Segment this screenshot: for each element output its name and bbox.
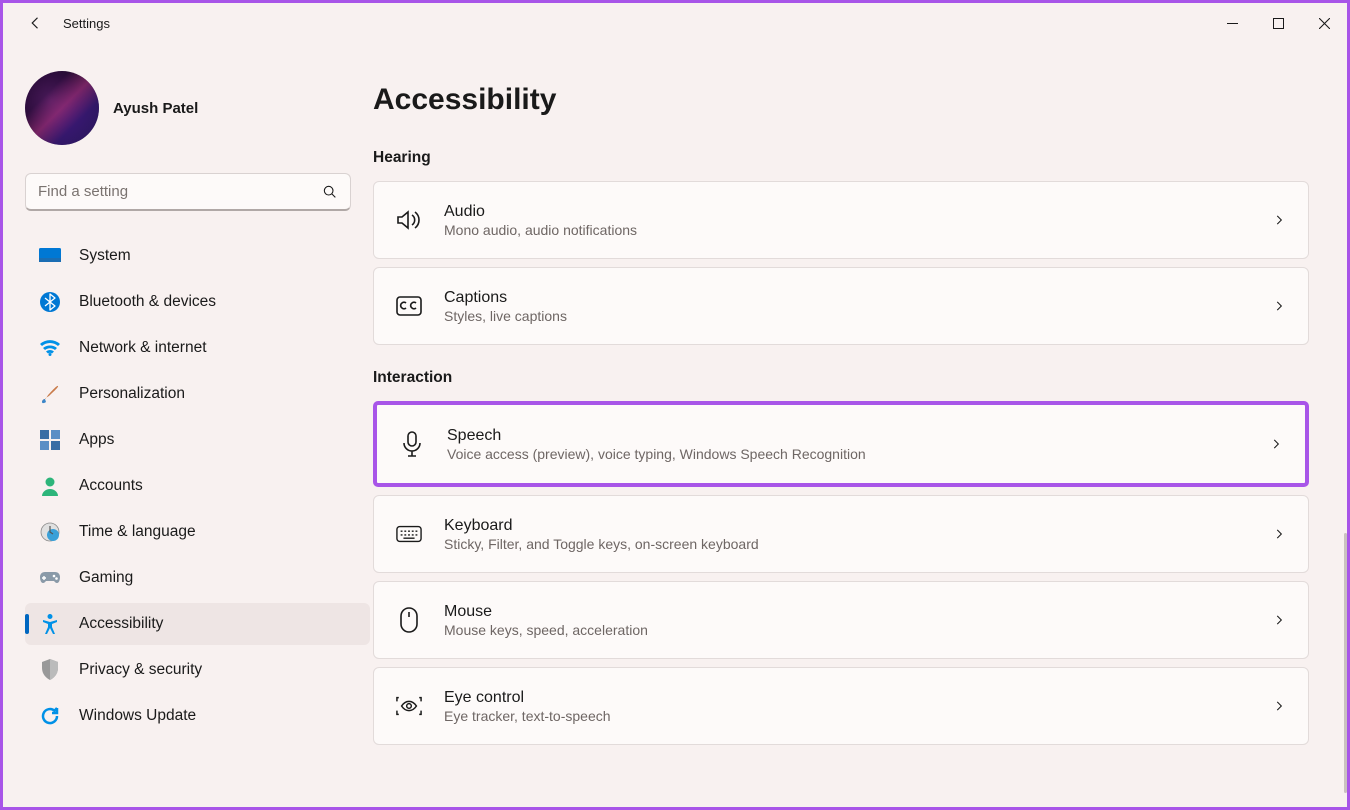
settings-window: Settings Ayush Patel xyxy=(3,3,1347,807)
card-subtitle: Sticky, Filter, and Toggle keys, on-scre… xyxy=(444,536,1250,552)
microphone-icon xyxy=(399,431,425,457)
window-controls xyxy=(1209,7,1347,39)
card-title: Audio xyxy=(444,203,1250,221)
sidebar-item-network[interactable]: Network & internet xyxy=(25,327,370,369)
username: Ayush Patel xyxy=(113,100,198,117)
captions-icon xyxy=(396,293,422,319)
sidebar-item-label: Network & internet xyxy=(79,339,207,357)
section-interaction: Interaction xyxy=(373,369,1309,387)
search-input-wrap[interactable] xyxy=(25,173,351,211)
update-icon xyxy=(39,705,61,727)
sidebar-item-label: Accounts xyxy=(79,477,143,495)
titlebar-left: Settings xyxy=(3,14,110,32)
sidebar-item-bluetooth[interactable]: Bluetooth & devices xyxy=(25,281,370,323)
sidebar-item-label: Gaming xyxy=(79,569,133,587)
sidebar-item-label: Privacy & security xyxy=(79,661,202,679)
back-icon[interactable] xyxy=(27,14,45,32)
speaker-icon xyxy=(396,207,422,233)
minimize-button[interactable] xyxy=(1209,7,1255,39)
card-subtitle: Styles, live captions xyxy=(444,308,1250,324)
sidebar-item-label: Personalization xyxy=(79,385,185,403)
clock-globe-icon xyxy=(39,521,61,543)
sidebar-item-gaming[interactable]: Gaming xyxy=(25,557,370,599)
search-input[interactable] xyxy=(38,183,322,200)
sidebar-item-label: Bluetooth & devices xyxy=(79,293,216,311)
section-hearing: Hearing xyxy=(373,149,1309,167)
card-captions[interactable]: Captions Styles, live captions xyxy=(373,267,1309,345)
card-title: Captions xyxy=(444,289,1250,307)
card-title: Mouse xyxy=(444,603,1250,621)
card-audio[interactable]: Audio Mono audio, audio notifications xyxy=(373,181,1309,259)
card-subtitle: Mouse keys, speed, acceleration xyxy=(444,622,1250,638)
close-button[interactable] xyxy=(1301,7,1347,39)
sidebar-item-time[interactable]: Time & language xyxy=(25,511,370,553)
paintbrush-icon xyxy=(39,383,61,405)
card-speech[interactable]: Speech Voice access (preview), voice typ… xyxy=(377,405,1305,483)
avatar xyxy=(25,71,99,145)
card-subtitle: Voice access (preview), voice typing, Wi… xyxy=(447,446,1247,462)
maximize-icon xyxy=(1273,18,1284,29)
chevron-right-icon xyxy=(1272,213,1286,227)
chevron-right-icon xyxy=(1269,437,1283,451)
main-content: Accessibility Hearing Audio Mono audio, … xyxy=(373,43,1347,807)
card-eye-control[interactable]: Eye control Eye tracker, text-to-speech xyxy=(373,667,1309,745)
app-title: Settings xyxy=(63,16,110,31)
chevron-right-icon xyxy=(1272,699,1286,713)
search-icon xyxy=(322,184,338,200)
card-title: Eye control xyxy=(444,689,1250,707)
page-title: Accessibility xyxy=(373,43,1309,139)
card-keyboard[interactable]: Keyboard Sticky, Filter, and Toggle keys… xyxy=(373,495,1309,573)
sidebar-item-personalization[interactable]: Personalization xyxy=(25,373,370,415)
card-subtitle: Mono audio, audio notifications xyxy=(444,222,1250,238)
wifi-icon xyxy=(39,337,61,359)
sidebar-item-label: Apps xyxy=(79,431,114,449)
nav: System Bluetooth & devices Network & int… xyxy=(3,223,373,737)
sidebar-item-system[interactable]: System xyxy=(25,235,370,277)
profile[interactable]: Ayush Patel xyxy=(3,51,373,173)
chevron-right-icon xyxy=(1272,299,1286,313)
accessibility-icon xyxy=(39,613,61,635)
card-title: Keyboard xyxy=(444,517,1250,535)
card-mouse[interactable]: Mouse Mouse keys, speed, acceleration xyxy=(373,581,1309,659)
sidebar-item-label: Time & language xyxy=(79,523,196,541)
scrollbar[interactable] xyxy=(1344,533,1347,793)
sidebar-item-update[interactable]: Windows Update xyxy=(25,695,370,737)
sidebar-item-apps[interactable]: Apps xyxy=(25,419,370,461)
titlebar: Settings xyxy=(3,3,1347,43)
shield-icon xyxy=(39,659,61,681)
highlight-speech: Speech Voice access (preview), voice typ… xyxy=(373,401,1309,487)
sidebar-item-label: Accessibility xyxy=(79,615,163,633)
maximize-button[interactable] xyxy=(1255,7,1301,39)
sidebar-item-label: Windows Update xyxy=(79,707,196,725)
eye-control-icon xyxy=(396,693,422,719)
person-icon xyxy=(39,475,61,497)
sidebar-item-accessibility[interactable]: Accessibility xyxy=(25,603,370,645)
minimize-icon xyxy=(1227,23,1238,24)
sidebar-item-label: System xyxy=(79,247,131,265)
sidebar-item-accounts[interactable]: Accounts xyxy=(25,465,370,507)
close-icon xyxy=(1319,18,1330,29)
keyboard-icon xyxy=(396,521,422,547)
gamepad-icon xyxy=(39,567,61,589)
card-subtitle: Eye tracker, text-to-speech xyxy=(444,708,1250,724)
chevron-right-icon xyxy=(1272,527,1286,541)
apps-icon xyxy=(39,429,61,451)
system-icon xyxy=(39,245,61,267)
sidebar: Ayush Patel System Bluetooth & devices xyxy=(3,43,373,807)
chevron-right-icon xyxy=(1272,613,1286,627)
bluetooth-icon xyxy=(39,291,61,313)
sidebar-item-privacy[interactable]: Privacy & security xyxy=(25,649,370,691)
card-title: Speech xyxy=(447,427,1247,445)
mouse-icon xyxy=(396,607,422,633)
